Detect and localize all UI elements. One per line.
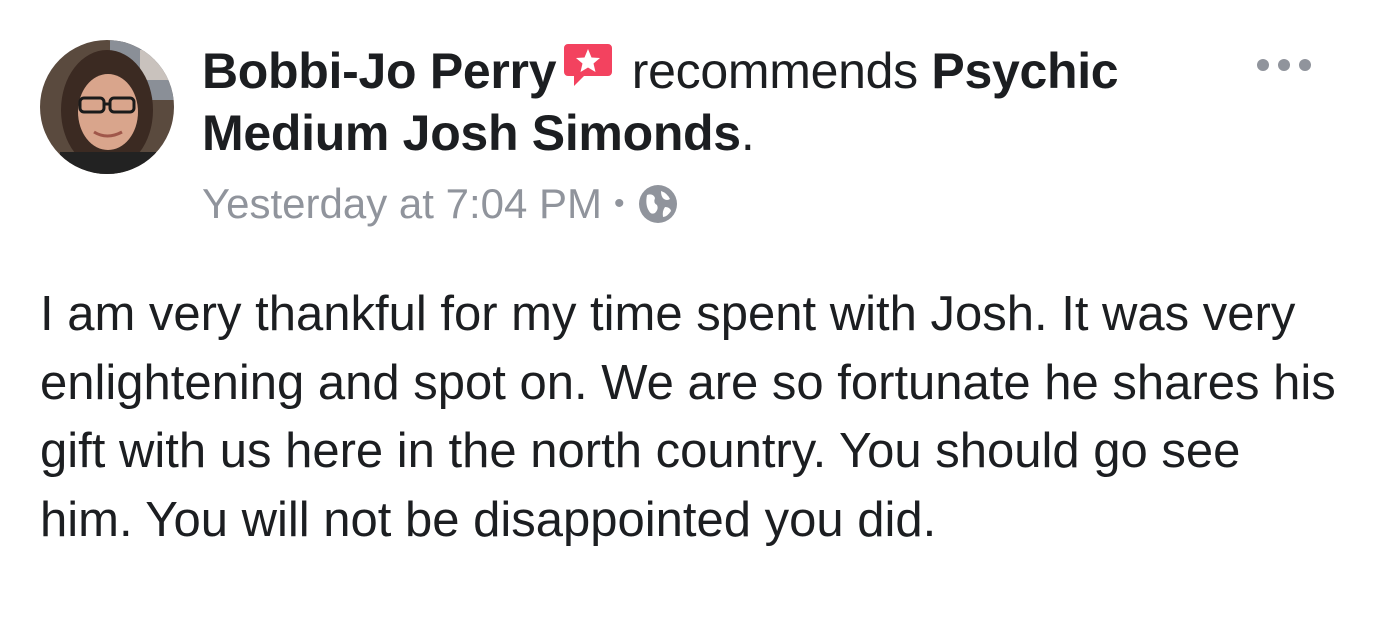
post-meta: Yesterday at 7:04 PM • xyxy=(202,178,679,230)
post-headline: Bobbi-Jo Perry recommends Psychic Medium … xyxy=(202,40,1202,164)
timestamp[interactable]: Yesterday at 7:04 PM xyxy=(202,178,602,230)
headline-period: . xyxy=(740,105,755,161)
post-header: Bobbi-Jo Perry recommends Psychic Medium … xyxy=(202,40,1202,164)
author-name[interactable]: Bobbi-Jo Perry xyxy=(202,43,557,99)
page-name-line1[interactable]: Psychic xyxy=(931,43,1118,99)
globe-icon[interactable] xyxy=(637,183,679,225)
action-text: recommends xyxy=(631,43,918,99)
avatar-photo xyxy=(40,40,174,174)
page-name-line2[interactable]: Medium Josh Simonds xyxy=(202,105,741,161)
meta-separator: • xyxy=(614,187,625,220)
post-body: I am very thankful for my time spent wit… xyxy=(40,287,1336,547)
more-options-icon[interactable] xyxy=(1254,50,1314,80)
recommendation-star-icon xyxy=(562,40,614,92)
avatar[interactable] xyxy=(40,40,174,174)
